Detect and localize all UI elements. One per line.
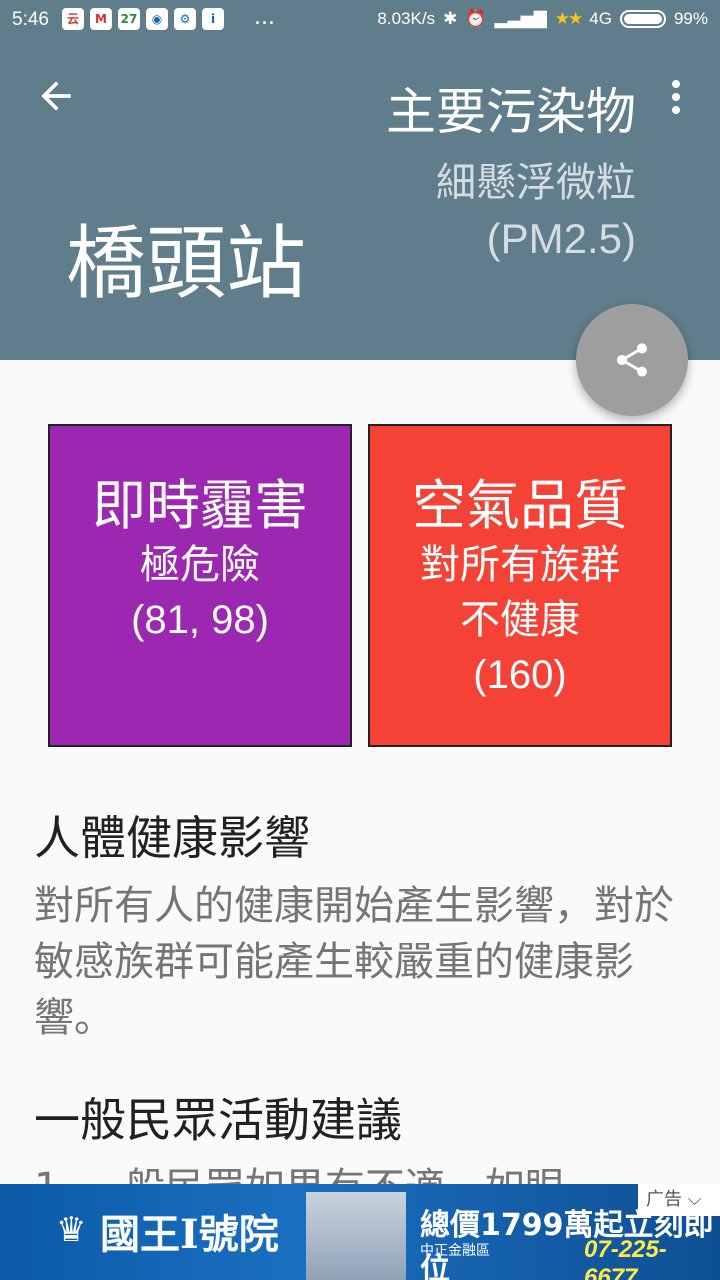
activity-advice-text: 1. 一般民眾如果有不適，如眼 — [34, 1160, 684, 1184]
aqi-level-line1: 對所有族群 — [420, 542, 620, 588]
browser-icon: ◉ — [146, 8, 168, 30]
status-bar: 5:46 云 M 27 ◉ ⚙ i ... 8.03K/s ✱ ⏰ ▂▃▅▇ ★… — [0, 0, 720, 40]
ad-brand: 國王Ⅰ號院 — [100, 1211, 279, 1258]
info-icon: i — [202, 8, 224, 30]
ad-address: 中正金融區 — [420, 1243, 490, 1259]
network-speed: 8.03K/s — [377, 9, 436, 28]
share-button[interactable] — [576, 304, 688, 416]
aqi-card[interactable]: 空氣品質 對所有族群 不健康 (160) — [368, 424, 672, 747]
aqi-level-line2: 不健康 — [460, 597, 580, 643]
more-notifications-icon: ... — [254, 5, 275, 30]
aqi-title: 空氣品質 — [412, 474, 628, 537]
battery-percent: 99% — [673, 9, 708, 28]
status-time: 5:46 — [12, 9, 49, 30]
alarm-icon: ⏰ — [465, 9, 487, 28]
ad-building-image — [306, 1192, 406, 1280]
activity-advice-title: 一般民眾活動建議 — [34, 1093, 402, 1147]
calendar-icon: 27 — [118, 8, 140, 30]
ad-banner[interactable]: ♛ 國王Ⅰ號院 總價1799萬起立刻即位 中正金融區 07-225-6677 广… — [0, 1184, 720, 1280]
main-pollutant-label: 主要污染物 — [386, 83, 636, 141]
weather-icon: ⚙ — [174, 8, 196, 30]
haze-values: (81, 98) — [131, 598, 269, 642]
network-type: 4G — [589, 9, 612, 28]
haze-title: 即時霾害 — [92, 474, 308, 537]
battery-icon — [619, 10, 666, 28]
station-name: 橋頭站 — [66, 217, 306, 310]
pollutant-name: 細懸浮微粒 — [436, 160, 636, 206]
haze-card[interactable]: 即時霾害 極危險 (81, 98) — [48, 424, 352, 747]
notification-icons: 云 M 27 ◉ ⚙ i — [62, 8, 224, 30]
pollutant-code: (PM2.5) — [486, 215, 636, 262]
haze-level: 極危險 — [140, 542, 260, 588]
app-notification-icon: 云 — [62, 8, 84, 30]
aqi-value: (160) — [473, 653, 567, 697]
signal-icon: ▂▃▅▇ — [494, 9, 547, 28]
ad-label-button[interactable]: 广告 ⌵ — [638, 1184, 720, 1216]
chevron-down-icon: ⌵ — [687, 1189, 702, 1210]
ad-label: 广告 — [646, 1189, 682, 1210]
ad-phone: 07-225-6677 — [584, 1236, 667, 1280]
bluetooth-icon: ✱ — [443, 9, 458, 28]
back-arrow-icon[interactable] — [34, 74, 78, 118]
health-effects-title: 人體健康影響 — [34, 811, 310, 865]
gmail-icon: M — [90, 8, 112, 30]
stars-icon: ★★ — [554, 9, 584, 28]
crown-icon: ♛ — [56, 1210, 87, 1250]
health-effects-text: 對所有人的健康開始產生影響，對於敏感族群可能產生較嚴重的健康影響。 — [34, 883, 674, 1041]
share-icon — [617, 343, 647, 377]
overflow-menu-icon[interactable] — [662, 76, 690, 120]
